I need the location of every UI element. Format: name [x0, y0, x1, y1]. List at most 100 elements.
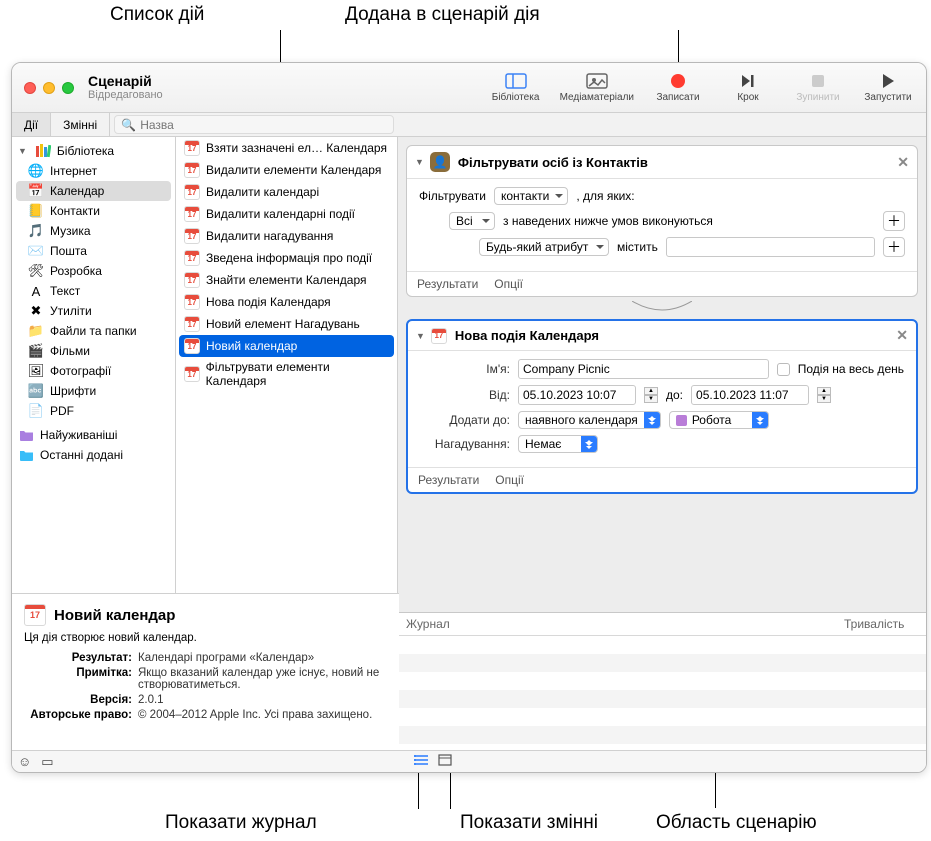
addto-select[interactable]: наявного календаря [518, 411, 661, 429]
filter-variables-tab[interactable]: Змінні [51, 113, 110, 136]
calendar-icon: 17 [184, 338, 200, 354]
sidebar-footer-item-0[interactable]: Найуживаніші [12, 425, 175, 445]
action-label: Зведена інформація про події [206, 251, 372, 265]
toolbar-media-label: Медіаматеріали [560, 92, 634, 103]
sidebar-item-2[interactable]: 📒Контакти [12, 201, 175, 221]
zoom-window-button[interactable] [62, 82, 74, 94]
folder-icon [18, 427, 34, 443]
callout-added-action: Додана в сценарій дія [345, 4, 540, 26]
options-tab[interactable]: Опції [494, 277, 523, 291]
sidebar-item-icon: 📒 [28, 203, 44, 219]
calendar-icon: 17 [184, 316, 200, 332]
sidebar-item-7[interactable]: ✖Утиліти [12, 301, 175, 321]
calendar-icon: 17 [184, 162, 200, 178]
sidebar-item-1[interactable]: 📅Календар [16, 181, 171, 201]
sidebar-item-label: Фотографії [50, 364, 111, 378]
allday-checkbox[interactable] [777, 363, 790, 376]
action-row[interactable]: 17Видалити елементи Календаря [176, 159, 397, 181]
show-log-button[interactable] [414, 754, 428, 769]
sidebar-item-4[interactable]: ✉️Пошта [12, 241, 175, 261]
event-name-input[interactable] [518, 359, 769, 379]
from-date-input[interactable] [518, 385, 636, 405]
run-icon [876, 72, 900, 90]
calendar-select[interactable]: Робота [669, 411, 769, 429]
sidebar-item-icon: 🌐 [28, 163, 44, 179]
filter-type-select[interactable]: контакти [494, 187, 568, 205]
minimize-window-button[interactable] [43, 82, 55, 94]
add-condition-button[interactable]: ＋ [883, 237, 905, 257]
smiley-icon[interactable]: ☺ [18, 754, 31, 769]
toolbar-record[interactable]: Записати [652, 72, 704, 103]
action-row[interactable]: 17Видалити календарні події [176, 203, 397, 225]
sidebar-item-8[interactable]: 📁Файли та папки [12, 321, 175, 341]
action-info-panel: 17Новий календар Ця дія створює новий ка… [12, 593, 399, 750]
disclosure-icon[interactable]: ▼ [415, 157, 424, 167]
from-stepper[interactable]: ▲▼ [644, 387, 658, 403]
to-date-input[interactable] [691, 385, 809, 405]
toolbar-stop: Зупинити [792, 72, 844, 103]
action-row[interactable]: 17Знайти елементи Календаря [176, 269, 397, 291]
remove-action-button[interactable]: ✕ [897, 154, 909, 171]
log-col-journal[interactable]: Журнал [398, 613, 836, 635]
action-row[interactable]: 17Новий календар [179, 335, 394, 357]
calendar-icon: 17 [184, 206, 200, 222]
action-row[interactable]: 17Нова подія Календаря [176, 291, 397, 313]
all-any-select[interactable]: Всі [449, 212, 495, 230]
sidebar-item-9[interactable]: 🎬Фільми [12, 341, 175, 361]
sidebar-item-6[interactable]: AТекст [12, 281, 175, 301]
sidebar-library-root[interactable]: ▼ Бібліотека [12, 141, 175, 161]
show-variables-button[interactable] [438, 754, 452, 769]
callout-show-log: Показати журнал [165, 812, 317, 834]
add-condition-button[interactable]: ＋ [883, 211, 905, 231]
search-field[interactable]: 🔍 [114, 115, 394, 134]
record-icon [666, 72, 690, 90]
sidebar-item-5[interactable]: 🛠Розробка [12, 261, 175, 281]
search-input[interactable] [140, 118, 387, 132]
window-controls [24, 82, 74, 94]
toolbar-media[interactable]: Медіаматеріали [560, 72, 634, 103]
action-row[interactable]: 17Фільтрувати елементи Календаря [176, 357, 397, 391]
results-tab[interactable]: Результати [418, 473, 479, 487]
sidebar-item-0[interactable]: 🌐Інтернет [12, 161, 175, 181]
action-row[interactable]: 17Видалити нагадування [176, 225, 397, 247]
toolbar-step[interactable]: Крок [722, 72, 774, 103]
results-tab[interactable]: Результати [417, 277, 478, 291]
action-row[interactable]: 17Взяти зазначені ел… Календаря [176, 137, 397, 159]
to-stepper[interactable]: ▲▼ [817, 387, 831, 403]
info-result-val: Календарі програми «Календар» [138, 652, 387, 664]
filter-actions-tab[interactable]: Дії [12, 113, 51, 136]
workflow-area: ▼ 👤 Фільтрувати осіб із Контактів ✕ Філь… [398, 137, 926, 772]
attribute-select[interactable]: Будь-який атрибут [479, 238, 609, 256]
sidebar-item-10[interactable]: 🖼Фотографії [12, 361, 175, 381]
panel-toggle-icon[interactable]: ▭ [41, 754, 53, 770]
name-label: Ім'я: [420, 362, 510, 376]
action-row[interactable]: 17Зведена інформація про події [176, 247, 397, 269]
step-icon [736, 72, 760, 90]
bottom-toolbar: ☺ ▭ [12, 750, 926, 772]
action-label: Новий елемент Нагадувань [206, 317, 360, 331]
sidebar-item-icon: 📄 [28, 403, 44, 419]
action-row[interactable]: 17Видалити календарі [176, 181, 397, 203]
action-row[interactable]: 17 Новий елемент Нагадувань [176, 313, 397, 335]
calendar-icon: 17 [184, 366, 200, 382]
sidebar-item-12[interactable]: 📄PDF [12, 401, 175, 421]
info-title: Новий календар [54, 607, 175, 624]
toolbar-stop-label: Зупинити [796, 92, 839, 103]
action-label: Видалити нагадування [206, 229, 333, 243]
sidebar-item-3[interactable]: 🎵Музика [12, 221, 175, 241]
reminder-select[interactable]: Немає [518, 435, 598, 453]
sidebar-footer-item-1[interactable]: Останні додані [12, 445, 175, 465]
toolbar-library[interactable]: Бібліотека [490, 72, 542, 103]
log-col-duration[interactable]: Тривалість [836, 613, 926, 635]
disclosure-icon[interactable]: ▼ [416, 331, 425, 341]
contains-value-input[interactable] [666, 237, 875, 257]
action-label: Знайти елементи Календаря [206, 273, 367, 287]
info-copyright-val: © 2004–2012 Apple Inc. Усі права захищен… [138, 709, 387, 721]
toolbar-run[interactable]: Запустити [862, 72, 914, 103]
automator-window: Сценарій Відредаговано Бібліотека Медіам… [11, 62, 927, 773]
options-tab[interactable]: Опції [495, 473, 524, 487]
sidebar-item-11[interactable]: 🔤Шрифти [12, 381, 175, 401]
remove-action-button[interactable]: ✕ [896, 327, 908, 344]
close-window-button[interactable] [24, 82, 36, 94]
sidebar-item-icon: 📁 [28, 323, 44, 339]
